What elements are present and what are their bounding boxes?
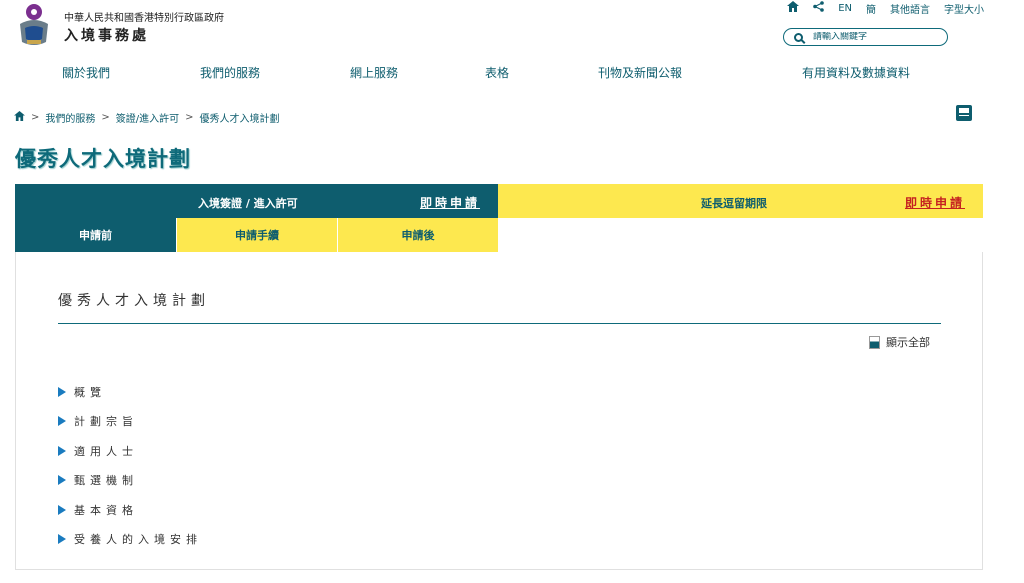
nav-online[interactable]: 網上服務 [350,64,398,81]
utility-bar: EN 簡 其他語言 字型大小 [787,0,984,16]
accordion-item-label: 概覽 [74,385,106,399]
nav-services[interactable]: 我們的服務 [200,64,260,81]
other-lang-link[interactable]: 其他語言 [890,1,930,16]
accordion-item[interactable]: 甄選機制 [58,466,202,496]
hk-emblem-logo [20,4,48,45]
nav-publications[interactable]: 刊物及新聞公報 [598,64,682,81]
content-panel: 優秀人才入境計劃 顯示全部 概覽 計劃宗旨 適用人士 甄選機制 基本資格 受養人… [15,252,983,570]
search-icon[interactable] [794,32,803,42]
expand-arrow-icon [58,416,66,427]
expand-arrow-icon [58,386,66,397]
page-title: 優秀人才入境計劃 [15,147,191,171]
breadcrumb: > 我們的服務 > 簽證/進入許可 > 優秀人才入境計劃 [14,110,280,125]
subtab-after[interactable]: 申請後 [337,218,498,252]
breadcrumb-separator-icon: > [185,112,194,123]
accordion-item-label: 受養人的入境安排 [74,533,202,547]
application-tabs: 入境簽證 / 進入許可 即時申請 延長逗留期限 即時申請 [15,184,983,218]
sub-tabs: 申請前 申請手續 申請後 [15,218,498,252]
expand-arrow-icon [58,534,66,545]
print-icon[interactable] [956,105,972,121]
breadcrumb-home-icon[interactable] [14,111,25,124]
tab-entry-visa-label: 入境簽證 / 進入許可 [198,197,298,210]
show-all-toggle[interactable]: 顯示全部 [869,334,930,350]
lang-sc-link[interactable]: 簡 [866,1,876,16]
lang-en-link[interactable]: EN [838,3,852,14]
subtab-procedure[interactable]: 申請手續 [176,218,337,252]
accordion-item-label: 適用人士 [74,444,138,458]
accordion-item[interactable]: 基本資格 [58,495,202,525]
accordion-item[interactable]: 概覽 [58,377,202,407]
accordion-item-label: 計劃宗旨 [74,415,138,429]
nav-forms[interactable]: 表格 [485,64,509,81]
accordion-item-label: 基本資格 [74,503,138,517]
expand-arrow-icon [58,445,66,456]
nav-info[interactable]: 有用資料及數據資料 [802,64,910,81]
font-size-link[interactable]: 字型大小 [944,1,984,16]
dept-name[interactable]: 入境事務處 [64,25,149,45]
extension-apply-now-link[interactable]: 即時申請 [905,194,965,211]
expand-arrow-icon [58,475,66,486]
divider [58,323,941,324]
breadcrumb-services[interactable]: 我們的服務 [45,110,95,125]
accordion-list: 概覽 計劃宗旨 適用人士 甄選機制 基本資格 受養人的入境安排 [58,377,202,554]
subtab-before[interactable]: 申請前 [15,218,176,252]
entry-apply-now-link[interactable]: 即時申請 [420,194,480,211]
accordion-item-label: 甄選機制 [74,474,138,488]
show-all-label: 顯示全部 [886,336,930,349]
show-all-checkbox-icon[interactable] [869,335,880,349]
tab-extension[interactable]: 延長逗留期限 即時申請 [498,184,983,218]
nav-about[interactable]: 關於我們 [62,64,110,81]
tab-entry-visa[interactable]: 入境簽證 / 進入許可 即時申請 [15,184,498,218]
accordion-item[interactable]: 適用人士 [58,436,202,466]
search-box[interactable] [783,28,948,46]
main-nav: 關於我們 我們的服務 網上服務 表格 刊物及新聞公報 有用資料及數據資料 [0,64,1024,82]
breadcrumb-separator-icon: > [31,112,40,123]
home-icon[interactable] [787,1,800,15]
share-icon[interactable] [813,1,824,15]
content-title: 優秀人才入境計劃 [58,293,210,309]
tab-extension-label: 延長逗留期限 [701,197,767,210]
accordion-item[interactable]: 受養人的入境安排 [58,525,202,555]
breadcrumb-current: 優秀人才入境計劃 [199,114,280,125]
breadcrumb-separator-icon: > [101,112,110,123]
breadcrumb-visa[interactable]: 簽證/進入許可 [116,110,179,125]
search-input[interactable] [813,32,923,42]
gov-name: 中華人民共和國香港特別行政區政府 [64,13,224,24]
expand-arrow-icon [58,504,66,515]
accordion-item[interactable]: 計劃宗旨 [58,407,202,437]
